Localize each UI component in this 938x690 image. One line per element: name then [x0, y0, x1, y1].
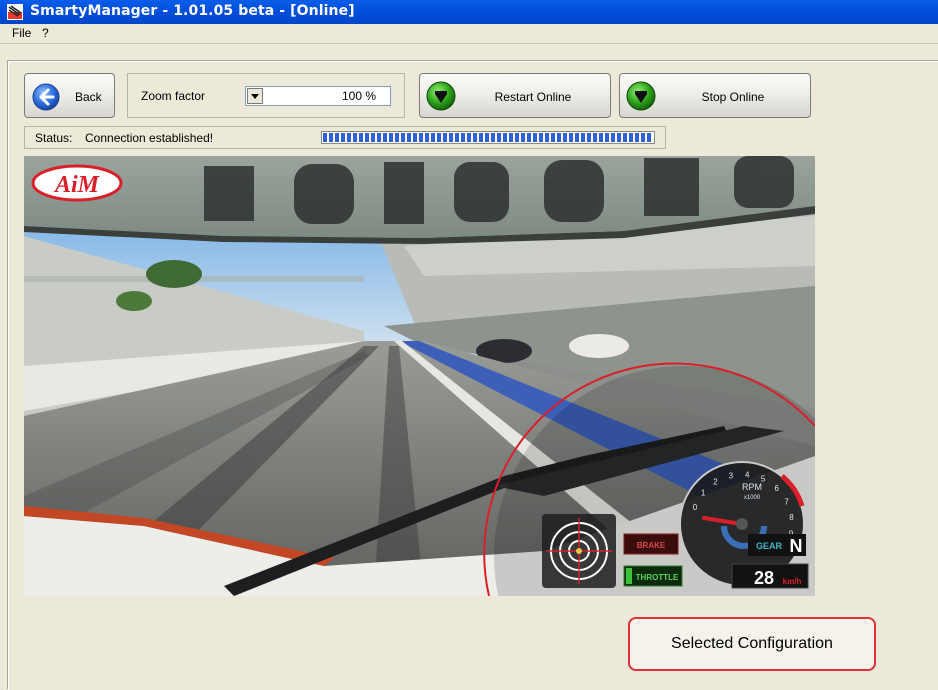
rpm-tick-label: 8: [789, 513, 794, 522]
dropdown-arrow-icon[interactable]: [247, 88, 263, 104]
status-bar: Status: Connection established!: [24, 126, 666, 149]
status-text: Connection established!: [85, 131, 214, 145]
back-arrow-icon: [32, 83, 60, 111]
zoom-factor-group: Zoom factor 100 %: [127, 73, 405, 118]
progress-fill: [323, 133, 653, 142]
smarty-app-icon: [7, 4, 23, 20]
title-bar: SmartyManager - 1.01.05 beta - [Online]: [0, 0, 938, 24]
green-down-arrow-icon: [626, 81, 656, 111]
gear-label: GEAR: [756, 541, 783, 551]
rpm-tick-label: 1: [701, 489, 706, 498]
svg-text:AiM: AiM: [53, 172, 101, 198]
selected-configuration-callout: Selected Configuration: [628, 617, 876, 671]
zoom-factor-label: Zoom factor: [141, 89, 206, 103]
restart-online-label: Restart Online: [494, 90, 572, 104]
window-title: SmartyManager - 1.01.05 beta - [Online]: [30, 3, 355, 19]
rpm-tick-label: 0: [693, 503, 698, 512]
rpm-tick-label: 4: [745, 470, 750, 479]
rpm-tick-label: 6: [774, 484, 779, 493]
brake-label: BRAKE: [637, 541, 666, 550]
aim-logo: AiM: [31, 164, 123, 202]
speed-unit: km/h: [783, 577, 802, 586]
back-button[interactable]: Back: [24, 73, 115, 118]
gear-value: N: [790, 536, 803, 556]
menu-bar: File ?: [0, 24, 938, 43]
restart-online-button[interactable]: Restart Online: [419, 73, 611, 118]
rpm-label: RPM: [742, 482, 762, 492]
menu-help[interactable]: ?: [42, 26, 49, 40]
menu-divider: [0, 43, 938, 44]
rpm-unit: x1000: [744, 495, 761, 501]
onboard-video-view[interactable]: BRAKE THROTTLE 012345678910 RPM x1000 GE…: [24, 156, 815, 596]
menu-file[interactable]: File: [12, 26, 31, 40]
stop-online-label: Stop Online: [701, 90, 765, 104]
connection-progress-bar: [321, 131, 655, 144]
status-label: Status:: [35, 131, 73, 145]
rpm-tick-label: 3: [729, 471, 734, 480]
selected-configuration-text: Selected Configuration: [671, 635, 833, 652]
gforce-target-icon: [542, 514, 616, 588]
zoom-factor-select[interactable]: 100 %: [245, 86, 391, 106]
stop-online-button[interactable]: Stop Online: [619, 73, 811, 118]
back-button-label: Back: [75, 90, 102, 104]
rpm-tick-label: 2: [713, 478, 718, 487]
speed-value: 28: [754, 568, 774, 588]
throttle-label: THROTTLE: [636, 573, 679, 582]
green-down-arrow-icon: [426, 81, 456, 111]
rpm-tick-label: 7: [784, 497, 789, 506]
video-frame: BRAKE THROTTLE 012345678910 RPM x1000 GE…: [24, 156, 815, 596]
zoom-factor-value: 100 %: [341, 89, 376, 103]
